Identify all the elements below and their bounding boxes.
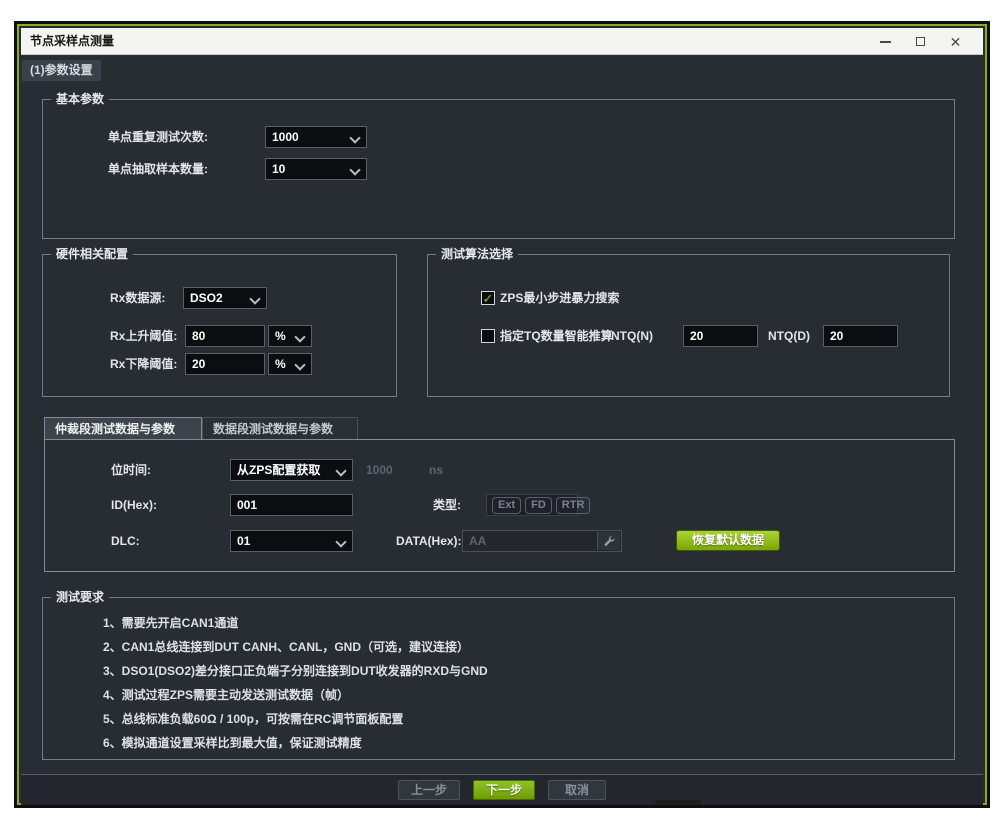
group-basic-params-legend: 基本参数 (51, 91, 109, 107)
zps-search-checkbox[interactable]: ✓ (481, 291, 495, 305)
dialog-body: 节点采样点测量 ✕ (1)参数设置 基本参数 单点重复测试次数: 1000 单点… (21, 28, 983, 801)
rx-fall-unit-select[interactable]: % (268, 353, 312, 375)
group-test-requirements: 测试要求 1、需要先开启CAN1通道 2、CAN1总线连接到DUT CANH、C… (42, 597, 955, 760)
sample-count-label: 单点抽取样本数量: (108, 158, 208, 180)
rx-rise-label: Rx上升阈值: (110, 325, 177, 347)
titlebar[interactable]: 节点采样点测量 ✕ (21, 28, 983, 55)
maximize-button[interactable] (903, 28, 938, 55)
restore-default-button[interactable]: 恢复默认数据 (676, 530, 780, 551)
rx-source-select[interactable]: DSO2 (183, 287, 267, 309)
bit-time-label: 位时间: (111, 459, 151, 481)
rx-fall-input[interactable]: 20 (185, 353, 265, 375)
bit-time-number-disabled: 1000 (366, 459, 393, 481)
rx-rise-unit-value: % (275, 329, 286, 343)
type-rtr-button[interactable]: RTR (556, 497, 591, 514)
close-icon: ✕ (950, 35, 962, 49)
data-hex-label: DATA(Hex): (396, 530, 462, 552)
check-icon: ✓ (483, 292, 494, 305)
window-controls: ✕ (868, 28, 973, 55)
id-hex-label: ID(Hex): (111, 494, 157, 516)
cancel-button[interactable]: 取消 (548, 780, 606, 800)
zps-search-label: ZPS最小步进暴力搜索 (500, 287, 619, 309)
dlc-label: DLC: (111, 530, 140, 552)
wrench-icon (603, 535, 615, 547)
close-button[interactable]: ✕ (938, 28, 973, 55)
chevron-down-icon (349, 132, 360, 143)
data-hex-input[interactable]: AA (462, 530, 622, 552)
maximize-icon (916, 37, 925, 46)
type-ext-button[interactable]: Ext (492, 497, 521, 514)
next-step-button[interactable]: 下一步 (473, 780, 535, 800)
repeat-count-select[interactable]: 1000 (265, 126, 367, 148)
ntq-n-input[interactable]: 20 (683, 325, 758, 347)
rx-source-label: Rx数据源: (110, 287, 165, 309)
rx-rise-input[interactable]: 80 (185, 325, 265, 347)
minimize-button[interactable] (868, 28, 903, 55)
bit-time-unit-label: ns (429, 459, 443, 481)
type-fd-button[interactable]: FD (525, 497, 552, 514)
group-basic-params: 基本参数 单点重复测试次数: 1000 单点抽取样本数量: 10 (42, 99, 955, 239)
step-tab-parameter-settings[interactable]: (1)参数设置 (22, 60, 101, 81)
group-hardware-config: 硬件相关配置 Rx数据源: DSO2 Rx上升阈值: 80 % Rx下降阈值: … (42, 254, 397, 397)
frame-type-group: Ext FD RTR (486, 494, 578, 516)
requirement-item: 3、DSO1(DSO2)差分接口正负端子分别连接到DUT收发器的RXD与GND (103, 663, 488, 679)
rx-fall-label: Rx下降阈值: (110, 353, 177, 375)
chevron-down-icon (294, 331, 305, 342)
requirement-item: 4、测试过程ZPS需要主动发送测试数据（帧） (103, 687, 349, 703)
id-hex-input[interactable]: 001 (230, 494, 353, 516)
type-label: 类型: (433, 494, 461, 516)
ntq-d-label: NTQ(D) (768, 325, 810, 347)
dialog-window: 节点采样点测量 ✕ (1)参数设置 基本参数 单点重复测试次数: 1000 单点… (14, 21, 990, 808)
background-artifact (655, 800, 701, 805)
requirement-item: 2、CAN1总线连接到DUT CANH、CANL，GND（可选，建议连接） (103, 639, 469, 655)
sample-count-value: 10 (272, 162, 285, 176)
tab-arbitration-segment[interactable]: 仲裁段测试数据与参数 (44, 417, 202, 439)
chevron-down-icon (335, 536, 346, 547)
data-edit-button[interactable] (597, 532, 620, 550)
rx-fall-unit-value: % (275, 357, 286, 371)
chevron-down-icon (335, 465, 346, 476)
arbitration-tab-panel: 位时间: 从ZPS配置获取 1000 ns ID(Hex): 001 类型: E… (44, 439, 955, 572)
bit-time-select[interactable]: 从ZPS配置获取 (230, 459, 353, 481)
ntq-d-input[interactable]: 20 (823, 325, 898, 347)
group-algorithm-select: 测试算法选择 ✓ ZPS最小步进暴力搜索 指定TQ数量智能推算 NTQ(N) 2… (427, 254, 950, 397)
chevron-down-icon (294, 359, 305, 370)
dlc-value: 01 (237, 534, 250, 548)
tq-estimate-checkbox[interactable] (481, 329, 495, 343)
footer-bar: 上一步 下一步 取消 (21, 774, 983, 805)
group-hardware-config-legend: 硬件相关配置 (51, 246, 133, 262)
group-test-requirements-legend: 测试要求 (51, 589, 109, 605)
repeat-count-label: 单点重复测试次数: (108, 126, 208, 148)
window-title: 节点采样点测量 (30, 28, 114, 54)
dlc-select[interactable]: 01 (230, 530, 353, 552)
rx-rise-unit-select[interactable]: % (268, 325, 312, 347)
tq-estimate-label: 指定TQ数量智能推算 (500, 325, 613, 347)
dialog-green-border: 节点采样点测量 ✕ (1)参数设置 基本参数 单点重复测试次数: 1000 单点… (17, 24, 987, 805)
requirement-item: 5、总线标准负载60Ω / 100p，可按需在RC调节面板配置 (103, 711, 403, 727)
repeat-count-value: 1000 (272, 130, 299, 144)
group-algorithm-select-legend: 测试算法选择 (436, 246, 518, 262)
ntq-n-label: NTQ(N) (611, 325, 653, 347)
requirement-item: 1、需要先开启CAN1通道 (103, 615, 238, 631)
minimize-icon (880, 41, 891, 43)
tab-data-segment[interactable]: 数据段测试数据与参数 (202, 417, 358, 439)
bit-time-value: 从ZPS配置获取 (237, 463, 320, 477)
chevron-down-icon (349, 164, 360, 175)
chevron-down-icon (249, 293, 260, 304)
requirement-item: 6、模拟通道设置采样比到最大值，保证测试精度 (103, 735, 362, 751)
rx-source-value: DSO2 (190, 291, 223, 305)
data-hex-value: AA (469, 534, 486, 548)
previous-step-button[interactable]: 上一步 (398, 780, 460, 800)
sample-count-select[interactable]: 10 (265, 158, 367, 180)
